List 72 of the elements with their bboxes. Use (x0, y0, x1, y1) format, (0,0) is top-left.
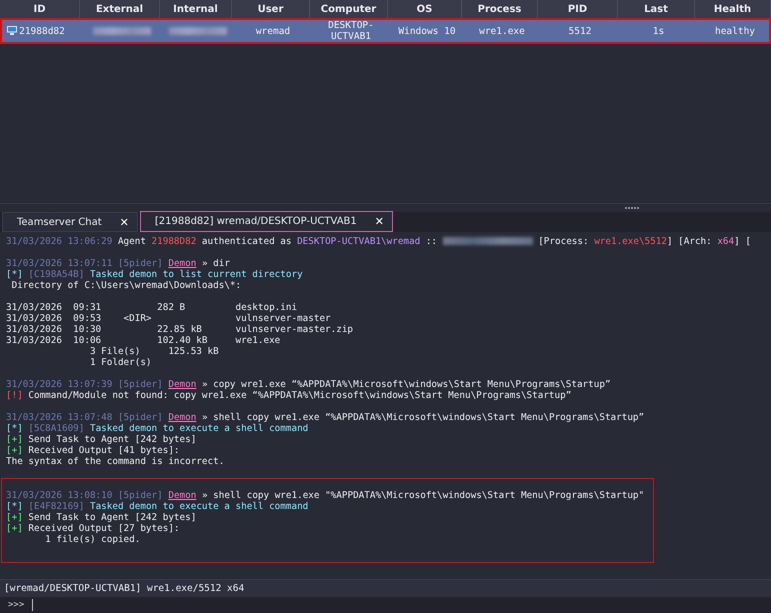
grip-icon[interactable] (625, 206, 639, 210)
tab[interactable]: Teamserver Chat ✕ (2, 212, 138, 232)
info-marker: [*] (6, 423, 23, 434)
prompt-text: >>> (8, 600, 24, 610)
timestamp: 31/03/2026 13:07:11 (6, 258, 112, 269)
console-text: 1 Folder(s) (88, 357, 152, 368)
info-marker: [*] (6, 501, 23, 512)
console-text: 31/03/2026 10:30 22.85 kB vulnserver-master.zip (6, 324, 354, 335)
console-text: Send Task to Agent [242 bytes] (27, 434, 196, 445)
console-text: » shell copy wre1.exe “%APPDATA%\Microsoft\windows\Start Menu\Programs\Startup” (200, 412, 644, 423)
success-marker: [+] (6, 445, 23, 456)
task-id: [5C8A1609] (27, 423, 84, 434)
console-text: authenticated as (200, 236, 292, 247)
agent-link[interactable]: Demon (168, 258, 196, 269)
console-text: Directory of C:\Users\wremad\Downloads\*: (10, 280, 242, 291)
task-id: [C198A54B] (27, 269, 84, 280)
info-text: Tasked demon to execute a shell command (88, 501, 308, 512)
timestamp: 31/03/2026 13:06:29 (6, 236, 112, 247)
timestamp: 31/03/2026 13:07:48 (6, 412, 112, 423)
console-text: Received Output [41 bytes]: (27, 445, 180, 456)
operator-tag: [5pider] (112, 258, 168, 269)
table-cell: 5512 (568, 26, 592, 36)
console-text: Received Output [27 bytes]: (27, 523, 180, 534)
table-cell: 21988d82 (19, 26, 65, 36)
command-bar[interactable]: >>> (0, 597, 771, 613)
agent-id: 21988D82 (152, 236, 196, 247)
operator-tag: [5pider] (112, 490, 168, 501)
console-text: 31/03/2026 10:06 102.40 kB wre1.exe (6, 335, 280, 346)
console-text: » dir (201, 258, 230, 269)
table-cell: wre1.exe (479, 26, 525, 36)
console-text: Command/Module not found: copy wre1.exe “%APPDATA%\Microsoft\windows\Start Menu\Programs\Startup” (27, 390, 572, 401)
info-text: Tasked demon to execute a shell command (88, 423, 308, 434)
table-cell: 1s (652, 26, 664, 36)
console-text: ] [ (734, 236, 751, 247)
process-name: wre1.exe\5512 (594, 236, 667, 247)
tab[interactable]: [21988d82] wremad/DESKTOP-UCTVAB1 ✕ (140, 211, 393, 232)
close-icon[interactable]: ✕ (374, 215, 384, 228)
success-marker: [+] (6, 512, 23, 523)
operator-tag: [5pider] (112, 412, 168, 423)
success-marker: [+] (6, 523, 23, 534)
table-cell: healthy (714, 26, 756, 36)
console-text: The syntax of the command is incorrect. (6, 456, 224, 467)
console-text: [Process: (537, 236, 590, 247)
host-name: DESKTOP-UCTVAB1\wremad (297, 236, 420, 247)
console-text: 31/03/2026 09:53 <DIR> vulnserver-master (6, 313, 331, 324)
agent-link[interactable]: Demon (168, 490, 196, 501)
close-icon[interactable]: ✕ (120, 216, 129, 228)
status-text: [wremad/DESKTOP-UCTVAB1] wre1.exe/5512 x64 (0, 579, 771, 597)
console-text: 1 file(s) copied. (44, 534, 140, 545)
console-text: 3 File(s) 125.53 kB (88, 346, 219, 357)
table-cell: wremad (256, 26, 290, 36)
success-marker: [+] (6, 434, 23, 445)
console-text: Agent (116, 236, 147, 247)
table-cell-text: DESKTOP-UCTVAB1 (327, 20, 375, 42)
task-id: [E4F82169] (27, 501, 84, 512)
table-cell: Windows 10 (398, 26, 456, 36)
timestamp: 31/03/2026 13:08:10 (6, 490, 112, 501)
arch-text: x64 (717, 236, 734, 247)
console-text: » shell copy wre1.exe "%APPDATA%\Microsoft\windows\Start Menu\Programs\Startup" (200, 490, 644, 501)
console-text: :: (424, 236, 438, 247)
agent-row[interactable]: 21988d82 wremad DESKTOP-UCTVAB1 Windows 10 wre1.exe 5512 1s healthy (2, 20, 769, 42)
operator-tag: [5pider] (112, 379, 168, 390)
console-text: ] [Arch: (666, 236, 713, 247)
error-marker: [!] (6, 390, 23, 401)
console-text: » copy wre1.exe “%APPDATA%\Microsoft\windows\Start Menu\Programs\Startup” (200, 379, 611, 390)
agent-link[interactable]: Demon (168, 379, 196, 390)
agent-link[interactable]: Demon (168, 412, 196, 423)
timestamp: 31/03/2026 13:07:39 (6, 379, 112, 390)
console-text: Send Task to Agent [242 bytes] (27, 512, 196, 523)
console-text: 31/03/2026 09:31 282 B desktop.ini (6, 302, 298, 313)
info-marker: [*] (6, 269, 23, 280)
info-text: Tasked demon to list current directory (88, 269, 303, 280)
